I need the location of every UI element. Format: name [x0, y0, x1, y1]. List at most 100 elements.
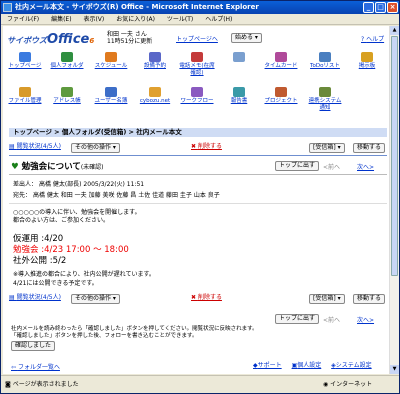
delete-link-2[interactable]: ✖ 削除する	[191, 293, 222, 303]
footer-links: ◆サポート ▣個人設定 ◈システム設定	[253, 360, 372, 369]
divider	[9, 174, 387, 175]
divider	[9, 155, 387, 156]
app-label: ユーザー名簿	[94, 98, 128, 104]
app-icon	[19, 87, 31, 97]
personal-settings-link[interactable]: ▣個人設定	[292, 362, 322, 369]
folder-list-link[interactable]: ⇦ フォルダ一覧へ	[11, 362, 60, 371]
app-icon-15[interactable]: プロジェクト	[263, 87, 299, 105]
user-info: 和田 一夫 さん 11時51分に更新	[107, 31, 152, 45]
body-line-1: ○○○○○の導入に伴い、勉強会を開催します。	[13, 209, 141, 216]
title-bar[interactable]: 社内メール本文 - サイボウズ(R) Office - Microsoft In…	[1, 1, 399, 14]
other-ops-dropdown-2[interactable]: その他の操作 ▾	[71, 294, 120, 304]
body-line-2: 都合のよい方は、ご参加ください。	[13, 217, 110, 224]
app-icon	[191, 52, 203, 62]
app-label: ToDoリスト	[310, 63, 340, 69]
app-icon-5[interactable]	[221, 52, 257, 63]
app-label: 報告書	[230, 98, 248, 104]
menu-edit[interactable]: 編集(E)	[51, 16, 71, 23]
confirm-text-1: 社内メールを読み終わったら「確認しました」ボタンを押してください。閲覧状況に反映…	[11, 326, 258, 332]
app-label: 設備予約	[143, 63, 166, 69]
app-icon-12[interactable]: cybozu.net	[137, 87, 173, 105]
app-label: ワークフロー	[180, 98, 214, 104]
app-label: cybozu.net	[139, 98, 171, 104]
sender-row: 差出人： 高橋 健太(部長) 2005/3/22(火) 11:51	[13, 181, 145, 188]
app-icon	[61, 52, 73, 62]
app-icon	[275, 52, 287, 62]
breadcrumb[interactable]: トップページ > 個人フォルダ(受信箱) > 社内メール本文	[9, 128, 387, 137]
app-icon-9[interactable]: ファイル管理	[7, 87, 43, 105]
read-status-link[interactable]: ▤ 閲覧状況(4/5人)	[9, 142, 61, 152]
app-icon-14[interactable]: 報告書	[221, 87, 257, 105]
ie-icon	[3, 3, 12, 12]
app-icon	[19, 52, 31, 62]
status-bar: ◙ ページが表示されました ◉ インターネット	[1, 375, 399, 393]
minimize-button[interactable]: _	[363, 2, 374, 13]
folder-select[interactable]: [受信箱] ▾	[309, 143, 345, 153]
status-text: ページが表示されました	[12, 381, 79, 388]
other-ops-dropdown[interactable]: その他の操作 ▾	[71, 143, 120, 153]
app-icon-7[interactable]: ToDoリスト	[307, 52, 343, 70]
next-link-2[interactable]: 次へ>	[357, 315, 374, 324]
menu-tools[interactable]: ツール(T)	[167, 16, 193, 23]
menu-file[interactable]: ファイル(F)	[7, 16, 39, 23]
menu-help[interactable]: ヘルプ(H)	[205, 16, 232, 23]
scroll-up-button[interactable]: ▲	[390, 26, 399, 35]
help-link[interactable]: ? ヘルプ	[361, 34, 384, 43]
app-icon-4[interactable]: 電話メモ(在席確認)	[179, 52, 215, 77]
top-toolbar: ▤ 閲覧状況(4/5人) その他の操作 ▾ ✖ 削除する [受信箱] ▾ 移動す…	[9, 142, 387, 153]
move-button[interactable]: 移動する	[353, 143, 386, 153]
app-label: 電話メモ(在席確認)	[179, 63, 215, 76]
menu-favorites[interactable]: お気に入り(A)	[116, 16, 155, 23]
system-settings-link[interactable]: ◈システム設定	[331, 362, 371, 369]
recipients-row: 宛先： 高橋 健太 和田 一夫 加藤 美咲 佐藤 昌 土佐 佳道 藤田 圭子 山…	[13, 192, 220, 199]
confirm-button[interactable]: 確認しました	[11, 341, 56, 351]
app-icon-0[interactable]: トップページ	[7, 52, 43, 70]
menu-view[interactable]: 表示(V)	[83, 16, 104, 23]
support-link[interactable]: ◆サポート	[253, 362, 282, 369]
app-label: 掲示板	[358, 63, 376, 69]
app-icon-13[interactable]: ワークフロー	[179, 87, 215, 105]
app-icon	[61, 87, 73, 97]
app-label: スケジュール	[94, 63, 128, 69]
app-icon-1[interactable]: 個人フォルダ	[49, 52, 85, 70]
app-icon-6[interactable]: タイムカード	[263, 52, 299, 70]
delete-link[interactable]: ✖ 削除する	[191, 142, 222, 152]
scroll-thumb[interactable]	[391, 36, 398, 276]
schedule-row: 勉強会 :4/23 17:00 〜 18:00	[13, 245, 129, 255]
maximize-button[interactable]: □	[375, 2, 386, 13]
top-page-link[interactable]: トップページへ	[176, 34, 218, 43]
start-button[interactable]: 始める ▾	[231, 33, 262, 43]
window-title: 社内メール本文 - サイボウズ(R) Office - Microsoft In…	[15, 3, 259, 11]
divider	[9, 203, 387, 204]
app-label: 連携システム通知	[308, 98, 342, 111]
app-icon-3[interactable]: 設備予約	[137, 52, 173, 70]
prev-link-2[interactable]: <前へ	[323, 315, 340, 324]
prev-link[interactable]: <前へ	[323, 162, 340, 171]
outbox-button[interactable]: トップに出す	[275, 161, 320, 171]
close-button[interactable]: ×	[387, 2, 398, 13]
app-icon-2[interactable]: スケジュール	[93, 52, 129, 70]
app-label: プロジェクト	[264, 98, 298, 104]
scroll-down-button[interactable]: ▼	[390, 365, 399, 374]
folder-select-2[interactable]: [受信箱] ▾	[309, 294, 345, 304]
app-icon-16[interactable]: 連携システム通知	[307, 87, 343, 112]
note-line-2: 4/21には公開できる予定です。	[13, 280, 98, 287]
app-icon	[319, 52, 331, 62]
read-status-link-2[interactable]: ▤ 閲覧状況(4/5人)	[9, 293, 61, 303]
schedule-row: 仮運用 :4/20	[13, 234, 64, 244]
outbox-button-2[interactable]: トップに出す	[275, 314, 320, 324]
app-icon-8[interactable]: 掲示板	[349, 52, 385, 70]
app-icon	[105, 52, 117, 62]
next-link[interactable]: 次へ>	[357, 162, 374, 171]
app-label: ファイル管理	[8, 98, 42, 104]
schedule-row: 社外公開 :5/2	[13, 256, 67, 266]
app-icon-11[interactable]: ユーザー名簿	[93, 87, 129, 105]
app-label: タイムカード	[264, 63, 298, 69]
app-icon	[149, 52, 161, 62]
app-label: アドレス帳	[53, 98, 81, 104]
app-icon	[191, 87, 203, 97]
move-button-2[interactable]: 移動する	[353, 294, 386, 304]
app-icon-10[interactable]: アドレス帳	[49, 87, 85, 105]
vertical-scrollbar[interactable]: ▲ ▼	[389, 26, 399, 374]
update-time: 11時51分に更新	[107, 38, 153, 45]
